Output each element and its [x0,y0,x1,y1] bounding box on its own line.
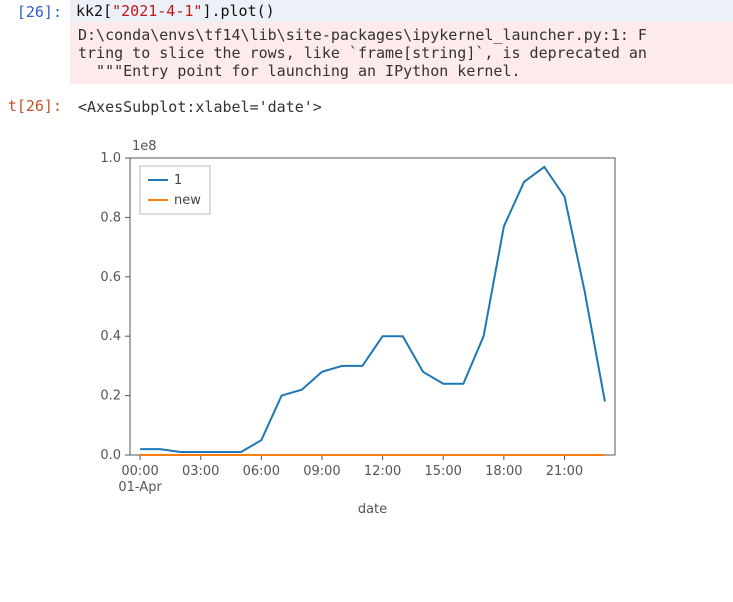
y-tick-label: 0.4 [100,329,121,344]
legend-label-1: 1 [174,173,182,188]
legend-label-new: new [174,193,201,208]
output-cell: t[26]: <AxesSubplot:xlabel='date'> [0,94,733,120]
x-axis-label: date [358,502,387,517]
code-token-string: "2021-4-1" [112,2,202,20]
x-date-label: 01-Apr [118,480,162,495]
x-tick-label: 03:00 [182,464,219,479]
warning-cell: D:\conda\envs\tf14\lib\site-packages\ipy… [0,22,733,84]
line-chart: 0.00.20.40.60.81.000:0003:0006:0009:0012… [70,130,630,530]
code-input[interactable]: kk2["2021-4-1"].plot() [70,0,733,22]
warning-gutter [0,22,70,25]
out-prompt: t[26]: [0,94,70,115]
x-tick-label: 18:00 [485,464,522,479]
x-tick-label: 21:00 [546,464,583,479]
warning-line: """Entry point for launching an IPython … [78,62,521,80]
y-tick-label: 0.2 [100,389,121,404]
y-tick-label: 1.0 [100,151,121,166]
output-repr: <AxesSubplot:xlabel='date'> [70,94,733,120]
y-tick-label: 0.6 [100,270,121,285]
x-tick-label: 12:00 [364,464,401,479]
code-token-tail: .plot() [211,2,274,20]
warning-line: tring to slice the rows, like `frame[str… [78,44,647,62]
chart-output: 0.00.20.40.60.81.000:0003:0006:0009:0012… [70,130,733,530]
x-tick-label: 15:00 [424,464,461,479]
warning-line: D:\conda\envs\tf14\lib\site-packages\ipy… [78,26,647,44]
in-prompt: [26]: [0,0,70,21]
y-tick-label: 0.0 [100,448,121,463]
x-tick-label: 09:00 [303,464,340,479]
code-token-ident: kk2 [76,2,103,20]
input-cell: [26]: kk2["2021-4-1"].plot() [0,0,733,22]
y-tick-label: 0.8 [100,210,121,225]
warning-output: D:\conda\envs\tf14\lib\site-packages\ipy… [70,22,733,84]
x-tick-label: 06:00 [243,464,280,479]
x-tick-label: 00:00 [121,464,158,479]
code-token-bracket: [ [103,2,112,20]
y-scale-exponent: 1e8 [132,139,157,154]
